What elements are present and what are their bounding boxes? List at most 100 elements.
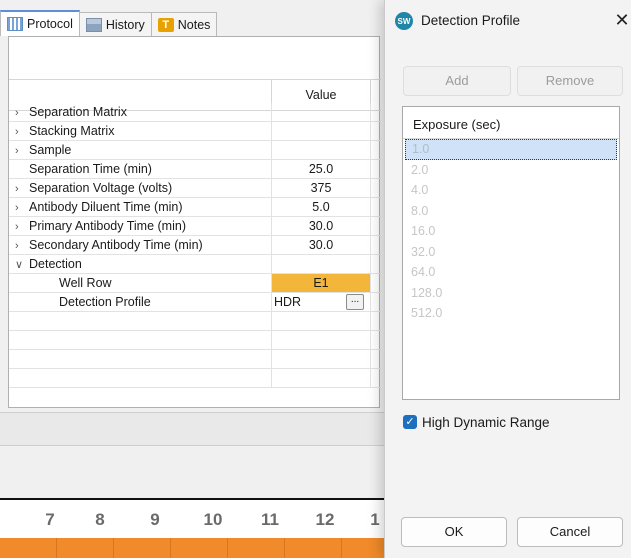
row-label: Separation Matrix (29, 105, 127, 119)
row-label: Primary Antibody Time (min) (29, 219, 186, 233)
row-value[interactable]: 375 (271, 179, 371, 197)
detection-profile-dialog: SW Detection Profile ✕ Add Remove Exposu… (384, 0, 631, 558)
row-value-text: HDR (274, 295, 302, 309)
exposure-item[interactable]: 1.0 (405, 139, 617, 160)
row-value-text: 375 (310, 181, 332, 195)
row-label: Well Row (59, 276, 112, 290)
ruler-number: 9 (150, 510, 160, 529)
exposure-list-header: Exposure (sec) (403, 107, 619, 139)
app-logo-icon: SW (395, 12, 413, 30)
ruler-number: 12 (315, 510, 335, 529)
chevron-right-icon[interactable]: › (15, 199, 29, 217)
tab-notes[interactable]: T Notes (150, 12, 218, 36)
close-icon[interactable]: ✕ (612, 10, 631, 30)
grid-row[interactable]: › Separation Matrix (9, 103, 381, 122)
row-name: › Secondary Antibody Time (min) (9, 236, 271, 254)
exposure-item[interactable]: 512.0 (405, 303, 617, 324)
row-name: › Separation Matrix (9, 103, 271, 121)
grid-row[interactable]: Separation Time (min) 25.0 (9, 160, 381, 179)
row-name: › Separation Voltage (volts) (9, 179, 271, 197)
grid-row[interactable]: Detection Profile HDR... (9, 293, 381, 312)
ruler-number: 7 (45, 510, 55, 529)
row-label: Separation Time (min) (29, 162, 152, 176)
exposure-item[interactable]: 64.0 (405, 262, 617, 283)
row-label: Sample (29, 143, 72, 157)
grid-row[interactable]: Well Row E1 (9, 274, 381, 293)
remove-button[interactable]: Remove (517, 66, 623, 96)
add-button[interactable]: Add (403, 66, 511, 96)
exposure-list[interactable]: Exposure (sec) 1.0 2.0 4.0 8.0 16.0 32.0 64.0 1… (402, 106, 620, 400)
grid-row[interactable]: ∨ Detection (9, 255, 381, 274)
grid-row[interactable]: › Stacking Matrix (9, 122, 381, 141)
row-value[interactable]: 5.0 (271, 198, 371, 216)
tab-protocol[interactable]: Protocol (0, 10, 80, 36)
hdr-checkbox[interactable]: ✓ (403, 415, 417, 429)
dialog-title: Detection Profile (421, 13, 521, 28)
ok-button[interactable]: OK (401, 517, 507, 547)
grid-row[interactable]: › Sample (9, 141, 381, 160)
row-label: Detection (29, 257, 82, 271)
exposure-item[interactable]: 8.0 (405, 201, 617, 222)
grid-row[interactable]: › Primary Antibody Time (min) 30.0 (9, 217, 381, 236)
row-name: ∨ Detection (9, 255, 271, 273)
row-value[interactable]: 30.0 (271, 217, 371, 235)
grid-icon (7, 17, 23, 31)
cancel-button[interactable]: Cancel (517, 517, 623, 547)
row-value[interactable]: HDR... (271, 293, 371, 311)
row-name: Separation Time (min) (9, 160, 271, 178)
row-name: Well Row (9, 274, 271, 292)
chevron-right-icon[interactable]: › (15, 218, 29, 236)
exposure-item[interactable]: 32.0 (405, 242, 617, 263)
hdr-label: High Dynamic Range (422, 414, 550, 430)
row-value[interactable] (271, 141, 371, 159)
empty-row (9, 312, 381, 331)
row-value[interactable]: 30.0 (271, 236, 371, 254)
chevron-right-icon[interactable]: › (15, 123, 29, 141)
hdr-option[interactable]: ✓ High Dynamic Range (403, 413, 550, 431)
empty-row (9, 331, 381, 350)
row-value[interactable]: E1 (271, 274, 371, 292)
exposure-item[interactable]: 4.0 (405, 180, 617, 201)
row-value[interactable] (271, 103, 371, 121)
row-value-text: 25.0 (308, 162, 334, 176)
row-label: Antibody Diluent Time (min) (29, 200, 183, 214)
chevron-right-icon[interactable]: › (15, 142, 29, 160)
exposure-item[interactable]: 128.0 (405, 283, 617, 304)
dialog-title-bar: SW Detection Profile ✕ (385, 0, 631, 42)
grid-row[interactable]: › Separation Voltage (volts) 375 (9, 179, 381, 198)
tab-history-label: History (105, 17, 145, 32)
empty-row (9, 369, 381, 388)
protocol-grid: Value › Separation Matrix › Stacking Matrix… (8, 36, 381, 408)
row-label: Stacking Matrix (29, 124, 115, 138)
tab-history[interactable]: History (78, 12, 152, 36)
ruler-number: 11 (261, 510, 279, 529)
row-value[interactable]: 25.0 (271, 160, 371, 178)
row-name: Detection Profile (9, 293, 271, 311)
row-name: › Stacking Matrix (9, 122, 271, 140)
row-name: › Primary Antibody Time (min) (9, 217, 271, 235)
ruler-number: 10 (203, 510, 223, 529)
notes-icon: T (157, 17, 174, 32)
browse-button[interactable]: ... (346, 294, 364, 310)
row-name: › Sample (9, 141, 271, 159)
chevron-down-icon[interactable]: ∨ (15, 256, 29, 274)
chevron-right-icon[interactable]: › (15, 104, 29, 122)
row-value-text: E1 (313, 276, 329, 290)
grid-row[interactable]: › Antibody Diluent Time (min) 5.0 (9, 198, 381, 217)
tab-protocol-label: Protocol (27, 17, 73, 31)
row-value-text: 5.0 (312, 200, 330, 214)
tab-notes-label: Notes (177, 17, 211, 32)
row-name: › Antibody Diluent Time (min) (9, 198, 271, 216)
chevron-right-icon[interactable]: › (15, 180, 29, 198)
row-value[interactable] (271, 255, 371, 273)
grid-row[interactable]: › Secondary Antibody Time (min) 30.0 (9, 236, 381, 255)
ruler-number: 8 (95, 510, 105, 529)
history-icon (85, 17, 102, 32)
row-value[interactable] (271, 122, 371, 140)
row-label: Secondary Antibody Time (min) (29, 238, 203, 252)
chevron-right-icon[interactable]: › (15, 237, 29, 255)
empty-row (9, 350, 381, 369)
row-label: Detection Profile (59, 295, 151, 309)
exposure-item[interactable]: 16.0 (405, 221, 617, 242)
exposure-item[interactable]: 2.0 (405, 160, 617, 181)
